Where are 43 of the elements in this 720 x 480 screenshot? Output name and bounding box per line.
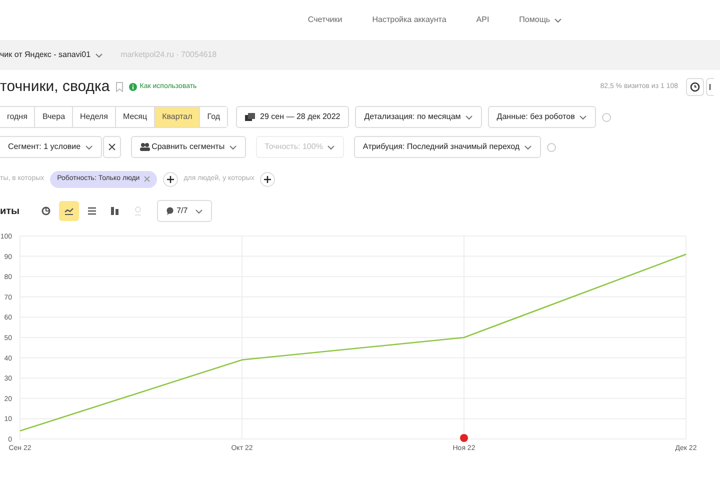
date-range-button[interactable]: 29 сен — 28 дек 2022 [236, 106, 350, 128]
add-button[interactable] [162, 172, 178, 186]
close-button[interactable] [102, 136, 121, 158]
people-icon [140, 143, 150, 151]
close-icon [108, 143, 116, 151]
bar-chart-icon [110, 206, 120, 216]
section-title: иты [0, 204, 20, 218]
data-filter-dropdown[interactable]: Данные: без роботов [488, 106, 596, 128]
nav-link[interactable]: Настройка аккаунта [372, 14, 446, 26]
add-button[interactable] [260, 172, 276, 186]
caret-icon [94, 52, 103, 58]
calendar-icon [245, 113, 256, 121]
clock-icon[interactable] [686, 78, 704, 96]
caret-icon [326, 144, 335, 150]
period-tab[interactable]: Квартал [154, 107, 200, 127]
caret-icon [554, 18, 562, 22]
comment-icon [166, 207, 174, 215]
notes-dropdown[interactable]: 7/7 [156, 200, 212, 222]
chart-type-button[interactable] [58, 201, 79, 221]
line-chart-icon [64, 206, 74, 216]
caret-icon [578, 114, 587, 120]
info-icon [128, 83, 137, 91]
period-tab[interactable]: Год [199, 107, 228, 127]
attribution-dropdown[interactable]: Атрибуция: Последний значимый переход [354, 136, 541, 158]
pie-chart-icon [40, 206, 51, 216]
map-pin-icon [132, 206, 143, 216]
compare-segments-dropdown[interactable]: Сравнить сегменты [130, 136, 246, 158]
stacked-lines-icon [86, 206, 97, 216]
counter-selector[interactable]: чик от Яндекс - sanavi01 [0, 49, 103, 61]
nav-link[interactable]: Счетчики [308, 14, 342, 26]
caret-icon [228, 144, 237, 150]
detail-dropdown[interactable]: Детализация: по месяцам [355, 106, 482, 128]
caret-icon [194, 208, 203, 214]
plus-icon [264, 176, 272, 182]
nav-link[interactable]: API [476, 14, 490, 26]
nav-link[interactable]: Помощь [519, 14, 562, 26]
report-title: точники, сводка [0, 76, 110, 97]
plus-icon [166, 176, 174, 182]
caret-icon [524, 144, 532, 150]
caret-icon [84, 144, 93, 150]
marker-icon[interactable] [460, 434, 468, 442]
caret-icon [464, 114, 473, 120]
segment-dropdown[interactable]: Сегмент: 1 условие [0, 136, 102, 158]
